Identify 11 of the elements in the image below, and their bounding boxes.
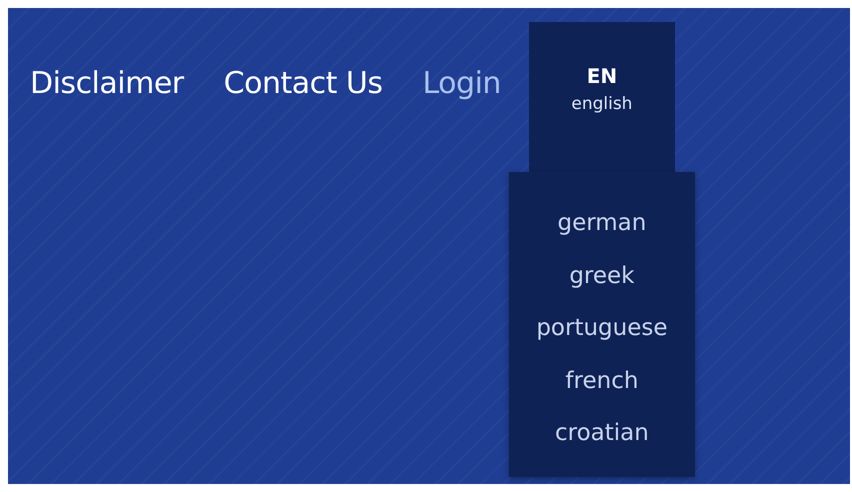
language-code: EN <box>586 64 618 88</box>
language-option[interactable]: french <box>565 360 638 412</box>
nav-link[interactable]: Contact Us <box>224 66 382 100</box>
language-option[interactable]: croatian <box>555 412 649 464</box>
language-option[interactable]: portuguese <box>536 307 668 360</box>
nav-link[interactable]: Disclaimer <box>30 66 184 100</box>
language-option[interactable]: german <box>557 202 646 254</box>
nav-link[interactable]: Login <box>422 66 501 100</box>
language-selector[interactable]: EN english <box>528 22 675 172</box>
language-name: english <box>571 94 632 114</box>
language-option[interactable]: greek <box>569 254 634 307</box>
